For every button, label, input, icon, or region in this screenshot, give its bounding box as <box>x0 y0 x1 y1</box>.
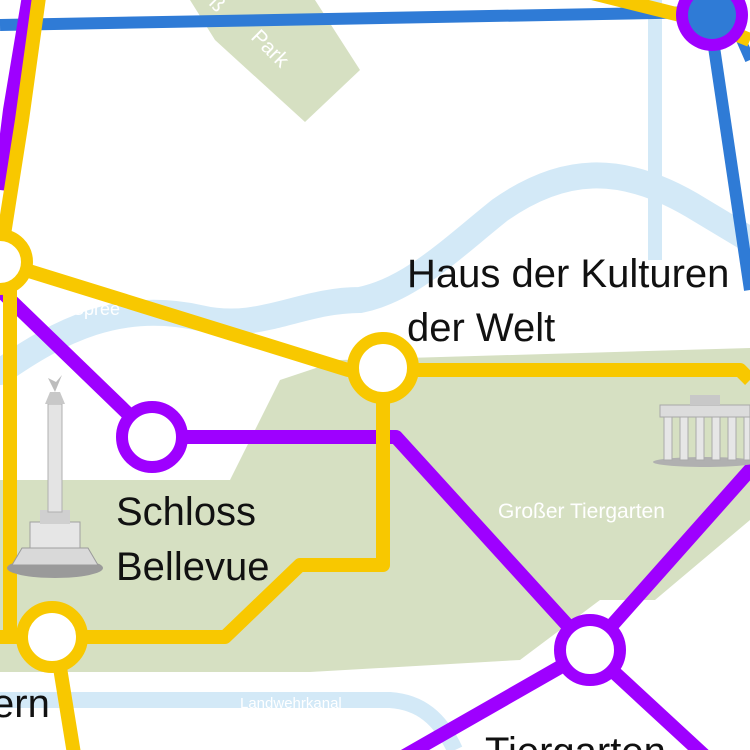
station-label-haus-der-kulturen-line1: Haus der Kulturen <box>407 252 729 296</box>
station-yellow-bottom-left[interactable] <box>16 601 88 673</box>
station-top-right[interactable] <box>676 0 748 51</box>
map-canvas: Park ß Spree Großer Tiergarten Landwehrk… <box>0 0 750 750</box>
station-label-schloss-bellevue-line1: Schloss <box>116 490 256 534</box>
transit-map[interactable]: Park ß Spree Großer Tiergarten Landwehrk… <box>0 0 750 750</box>
line-blue-branch <box>704 19 750 291</box>
station-label-haus-der-kulturen-line2: der Welt <box>407 306 555 350</box>
station-tiergarten[interactable] <box>554 614 626 686</box>
spree-label: Spree <box>72 299 120 319</box>
station-haus-der-kulturen[interactable] <box>347 332 419 404</box>
landwehrkanal-label: Landwehrkanal <box>240 695 342 712</box>
station-left[interactable] <box>0 229 33 295</box>
grosser-tiergarten-label: Großer Tiergarten <box>498 500 665 523</box>
station-label-schloss-bellevue-line2: Bellevue <box>116 545 269 589</box>
station-schloss-bellevue[interactable] <box>116 401 188 473</box>
station-label-left-edge: ern <box>0 682 50 726</box>
station-label-tiergarten: Tiergarten <box>485 730 666 750</box>
line-blue <box>0 6 711 31</box>
brandenburg-gate-icon <box>653 395 750 467</box>
